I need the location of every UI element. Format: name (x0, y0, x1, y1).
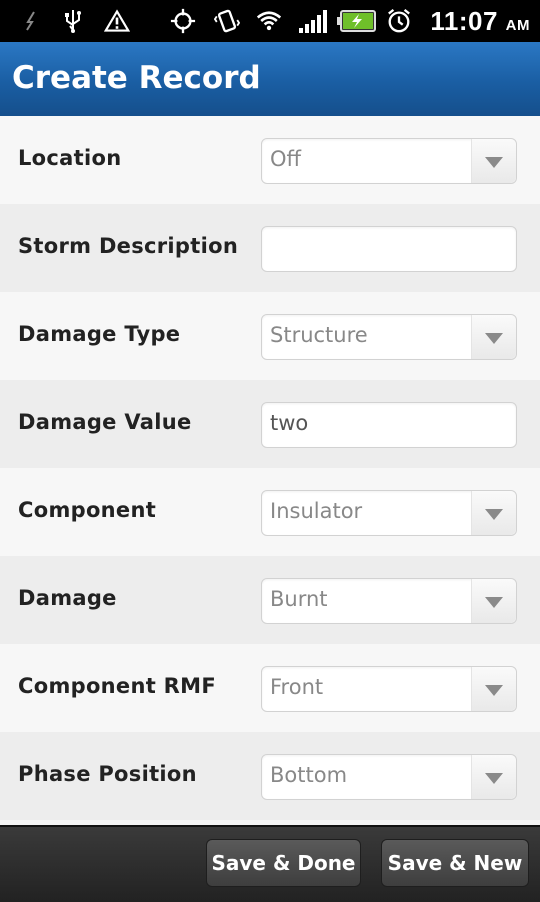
field-label: Phase Position (18, 762, 197, 786)
save-and-done-button[interactable]: Save & Done (206, 839, 361, 887)
damage-value-input[interactable]: two (261, 402, 517, 448)
wifi-icon (256, 8, 282, 34)
status-time: 11:07 AM (430, 6, 530, 36)
field-label: Damage (18, 586, 117, 610)
field-label: Component RMF (18, 674, 216, 698)
page-title: Create Record (12, 60, 261, 96)
bottom-action-bar: Save & Done Save & New (0, 825, 540, 902)
vibrate-icon (214, 8, 240, 34)
chevron-down-icon[interactable] (471, 579, 516, 623)
input-value: two (270, 411, 309, 435)
damage-type-select[interactable]: Structure (261, 314, 517, 360)
field-label: Storm Description (18, 234, 239, 258)
select-value: Structure (270, 323, 368, 347)
form-row-location: Location Off (0, 116, 540, 204)
storm-description-input[interactable] (261, 226, 517, 272)
select-value: Insulator (270, 499, 363, 523)
select-value: Burnt (270, 587, 328, 611)
damage-select[interactable]: Burnt (261, 578, 517, 624)
usb-icon (60, 8, 86, 34)
battery-icon (336, 8, 378, 34)
form-row-damage: Damage Burnt (0, 556, 540, 644)
component-rmf-select[interactable]: Front (261, 666, 517, 712)
chevron-down-icon[interactable] (471, 491, 516, 535)
record-form: Location Off Storm Description Damage Ty… (0, 116, 540, 820)
field-label: Damage Value (18, 410, 192, 434)
chevron-down-icon[interactable] (471, 667, 516, 711)
usb-debug-icon (18, 8, 44, 34)
select-value: Front (270, 675, 324, 699)
chevron-down-icon[interactable] (471, 315, 516, 359)
form-row-component: Component Insulator (0, 468, 540, 556)
chevron-down-icon[interactable] (471, 139, 516, 183)
component-select[interactable]: Insulator (261, 490, 517, 536)
form-row-damage-value: Damage Value two (0, 380, 540, 468)
form-row-phase-position: Phase Position Bottom (0, 732, 540, 820)
field-label: Component (18, 498, 157, 522)
alarm-icon (386, 8, 412, 34)
form-row-damage-type: Damage Type Structure (0, 292, 540, 380)
location-select[interactable]: Off (261, 138, 517, 184)
phase-position-select[interactable]: Bottom (261, 754, 517, 800)
signal-icon (297, 8, 329, 34)
field-label: Location (18, 146, 122, 170)
chevron-down-icon[interactable] (471, 755, 516, 799)
warning-icon (104, 8, 130, 34)
field-label: Damage Type (18, 322, 181, 346)
save-and-new-button[interactable]: Save & New (381, 839, 529, 887)
title-bar: Create Record (0, 42, 540, 118)
gps-icon (170, 8, 196, 34)
status-bar: 11:07 AM (0, 0, 540, 42)
form-row-storm-description: Storm Description (0, 204, 540, 292)
form-row-component-rmf: Component RMF Front (0, 644, 540, 732)
select-value: Off (270, 147, 301, 171)
select-value: Bottom (270, 763, 348, 787)
